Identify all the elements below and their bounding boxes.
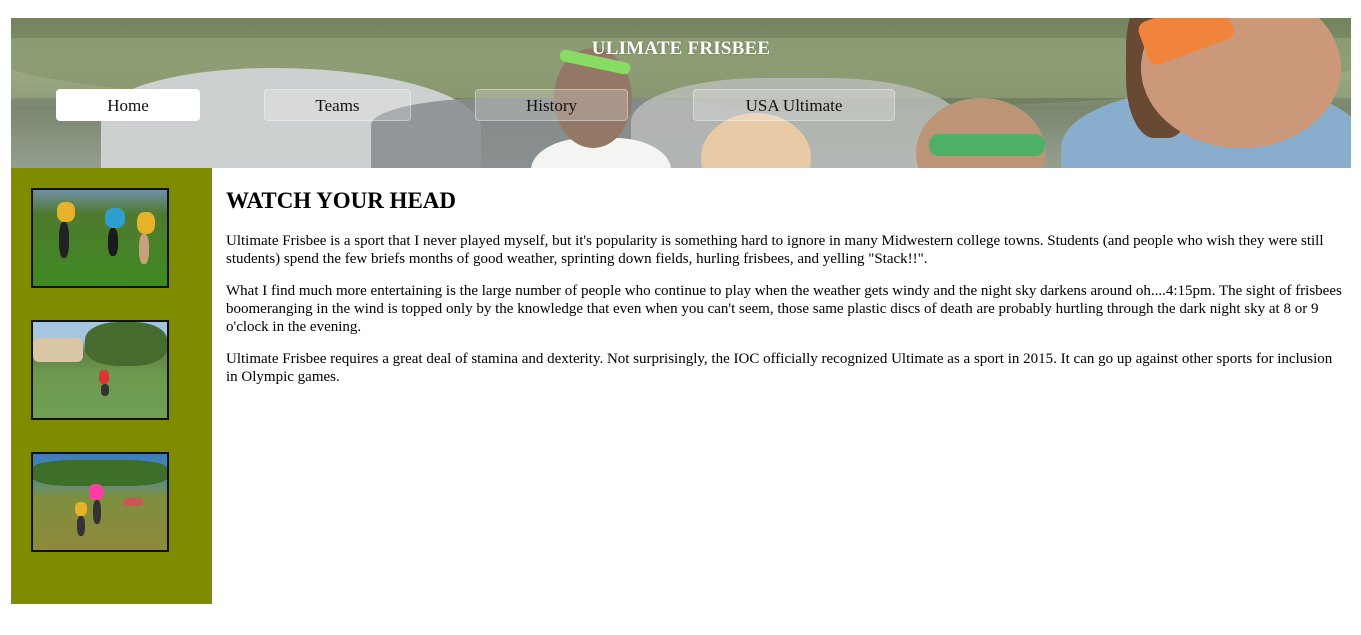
main-content: WATCH YOUR HEAD Ultimate Frisbee is a sp… xyxy=(226,186,1346,400)
paragraph: What I find much more entertaining is th… xyxy=(226,283,1342,335)
site-title: ULIMATE FRISBEE xyxy=(591,38,771,59)
header-banner: ULIMATE FRISBEE Home Teams History USA U… xyxy=(11,18,1351,168)
sidebar xyxy=(11,168,212,604)
thumbnail-image xyxy=(31,452,169,552)
paragraph: Ultimate Frisbee requires a great deal o… xyxy=(226,351,1333,385)
paragraph: Ultimate Frisbee is a sport that I never… xyxy=(226,233,1324,267)
nav-teams[interactable]: Teams xyxy=(264,89,411,121)
page-heading: WATCH YOUR HEAD xyxy=(226,188,457,213)
main-nav: Home Teams History USA Ultimate xyxy=(11,89,1351,121)
thumbnail-image xyxy=(31,320,169,420)
nav-usa-ultimate[interactable]: USA Ultimate xyxy=(693,89,895,121)
thumbnail-image xyxy=(31,188,169,288)
nav-home[interactable]: Home xyxy=(56,89,200,121)
nav-history[interactable]: History xyxy=(475,89,628,121)
